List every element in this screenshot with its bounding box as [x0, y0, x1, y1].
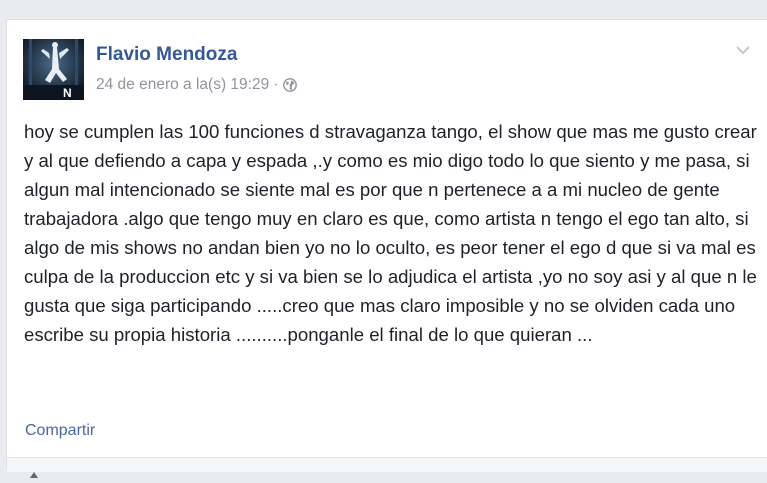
avatar[interactable]: N — [23, 39, 84, 100]
post-meta: 24 de enero a la(s) 19:29 · — [96, 76, 298, 94]
post-options-chevron-down-icon[interactable] — [733, 40, 753, 60]
meta-separator: · — [273, 76, 279, 93]
author-name-link[interactable]: Flavio Mendoza — [96, 44, 237, 66]
post-text: hoy se cumplen las 100 funciones d strav… — [24, 121, 757, 345]
post-timestamp[interactable]: 24 de enero a la(s) 19:29 — [96, 76, 269, 94]
svg-text:N: N — [63, 86, 72, 100]
globe-icon[interactable] — [283, 78, 298, 92]
post-card: N Flavio Mendoza 24 de enero a la(s) 19:… — [6, 19, 767, 478]
share-link[interactable]: Compartir — [25, 422, 95, 440]
caret-up-icon — [30, 465, 38, 478]
avatar-image: N — [23, 39, 84, 100]
